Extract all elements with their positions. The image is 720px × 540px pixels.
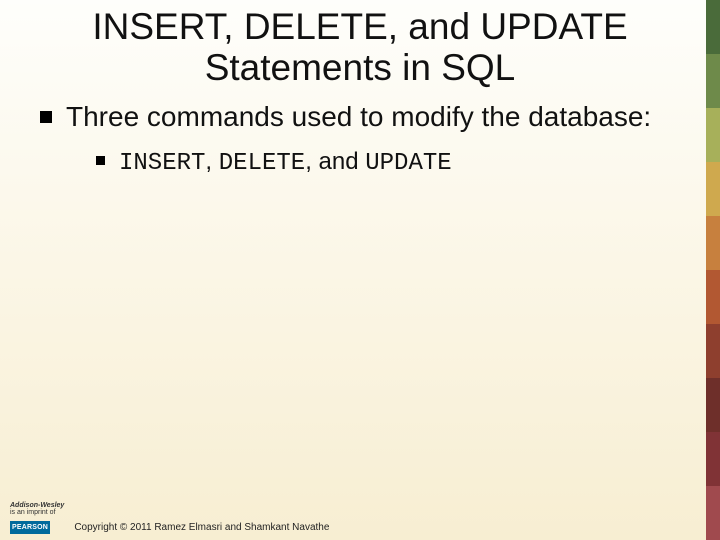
slide-title: INSERT, DELETE, and UPDATE Statements in… xyxy=(0,0,720,89)
color-strip-segment xyxy=(706,270,720,324)
square-bullet-icon xyxy=(40,111,52,123)
bullet-level2: INSERT, DELETE, and UPDATE xyxy=(96,146,680,179)
color-strip-segment xyxy=(706,162,720,216)
square-bullet-icon xyxy=(96,156,105,165)
sep-and: , and xyxy=(305,148,365,175)
code-update: UPDATE xyxy=(365,150,451,177)
color-strip-segment xyxy=(706,378,720,432)
publisher-logo-block: Addison-Wesley is an imprint of PEARSON xyxy=(10,502,64,534)
pearson-logo: PEARSON xyxy=(10,521,50,534)
bullet-level1: Three commands used to modify the databa… xyxy=(40,99,680,134)
bullet-level2-text: INSERT, DELETE, and UPDATE xyxy=(119,146,452,179)
bullet-level1-text: Three commands used to modify the databa… xyxy=(66,99,651,134)
slide-body: Three commands used to modify the databa… xyxy=(0,89,720,179)
sep: , xyxy=(205,148,218,175)
color-strip-segment xyxy=(706,432,720,486)
slide-footer: Addison-Wesley is an imprint of PEARSON … xyxy=(0,498,720,540)
color-strip-segment xyxy=(706,0,720,54)
color-strip-segment xyxy=(706,108,720,162)
slide: INSERT, DELETE, and UPDATE Statements in… xyxy=(0,0,720,540)
imprint-brand: Addison-Wesley xyxy=(10,502,64,509)
decorative-color-strip xyxy=(706,0,720,540)
code-delete: DELETE xyxy=(219,150,305,177)
color-strip-segment xyxy=(706,324,720,378)
color-strip-segment xyxy=(706,216,720,270)
code-insert: INSERT xyxy=(119,150,205,177)
bullet-level2-group: INSERT, DELETE, and UPDATE xyxy=(40,138,680,179)
imprint-text: Addison-Wesley is an imprint of xyxy=(10,502,64,517)
color-strip-segment xyxy=(706,54,720,108)
copyright-text: Copyright © 2011 Ramez Elmasri and Shamk… xyxy=(74,522,329,534)
imprint-subline: is an imprint of xyxy=(10,509,56,516)
